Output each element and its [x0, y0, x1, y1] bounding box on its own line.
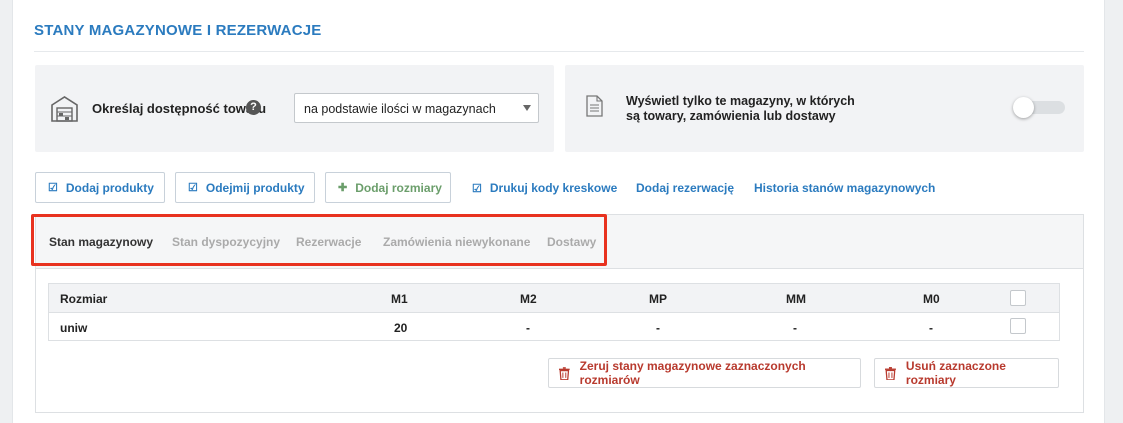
availability-select-value: na podstawie ilości w magazynach — [304, 102, 496, 116]
row-size: uniw — [60, 321, 88, 335]
tab-reservations[interactable]: Rezerwacje — [296, 235, 361, 249]
row-checkbox[interactable] — [1010, 318, 1026, 334]
header-mp: MP — [649, 292, 667, 306]
title-divider — [34, 51, 1084, 52]
header-size: Rozmiar — [60, 292, 108, 306]
print-barcodes-link[interactable]: ☑ Drukuj kody kreskowe — [472, 181, 617, 195]
filter-label: Wyświetl tylko te magazyny, w których są… — [626, 94, 855, 123]
edit-icon: ☑ — [472, 183, 482, 195]
header-m0: M0 — [923, 292, 940, 306]
tab-stock[interactable]: Stan magazynowy — [49, 235, 153, 249]
section-title: STANY MAGAZYNOWE I REZERWACJE — [34, 22, 322, 39]
chevron-down-icon — [523, 105, 531, 111]
subtract-products-button[interactable]: ☑ Odejmij produkty — [175, 172, 315, 203]
tab-pending-orders[interactable]: Zamówienia niewykonane — [383, 235, 530, 249]
edit-icon: ☑ — [48, 182, 58, 194]
edit-icon: ☑ — [188, 182, 198, 194]
row-mm: - — [793, 321, 797, 335]
tab-deliveries[interactable]: Dostawy — [547, 235, 596, 249]
filter-toggle[interactable] — [1013, 97, 1065, 118]
row-m0: - — [929, 321, 933, 335]
stock-table: Rozmiar M1 M2 MP MM M0 uniw 20 - - - - — [48, 283, 1060, 341]
row-mp: - — [656, 321, 660, 335]
plus-icon: ✚ — [338, 182, 348, 194]
trash-icon — [559, 366, 570, 380]
add-products-button[interactable]: ☑ Dodaj produkty — [35, 172, 165, 203]
select-all-checkbox[interactable] — [1010, 290, 1026, 306]
add-sizes-button[interactable]: ✚ Dodaj rozmiary — [325, 172, 451, 203]
help-icon[interactable]: ? — [246, 100, 261, 115]
table-row: uniw 20 - - - - — [49, 313, 1059, 340]
filter-box: Wyświetl tylko te magazyny, w których są… — [565, 65, 1084, 152]
header-m2: M2 — [520, 292, 537, 306]
stock-history-link[interactable]: Historia stanów magazynowych — [754, 181, 935, 195]
remove-sizes-button[interactable]: Usuń zaznaczone rozmiary — [874, 358, 1059, 388]
trash-icon — [885, 366, 896, 380]
row-m1: 20 — [394, 321, 408, 335]
toggle-knob — [1013, 97, 1034, 118]
zero-stock-button[interactable]: Zeruj stany magazynowe zaznaczonych rozm… — [548, 358, 861, 388]
availability-box: Określaj dostępność towaru ? na podstawi… — [35, 65, 554, 152]
add-reservation-link[interactable]: Dodaj rezerwację — [636, 181, 734, 195]
row-m2: - — [526, 321, 530, 335]
warehouse-icon — [51, 96, 78, 122]
header-m1: M1 — [391, 292, 408, 306]
table-header: Rozmiar M1 M2 MP MM M0 — [49, 284, 1059, 313]
document-icon — [586, 95, 603, 117]
header-mm: MM — [786, 292, 806, 306]
availability-select[interactable]: na podstawie ilości w magazynach — [294, 93, 539, 123]
tab-bar: Stan magazynowy Stan dyspozycyjny Rezerw… — [36, 215, 1083, 269]
tab-available[interactable]: Stan dyspozycyjny — [172, 235, 280, 249]
availability-label: Określaj dostępność towaru — [92, 101, 267, 116]
